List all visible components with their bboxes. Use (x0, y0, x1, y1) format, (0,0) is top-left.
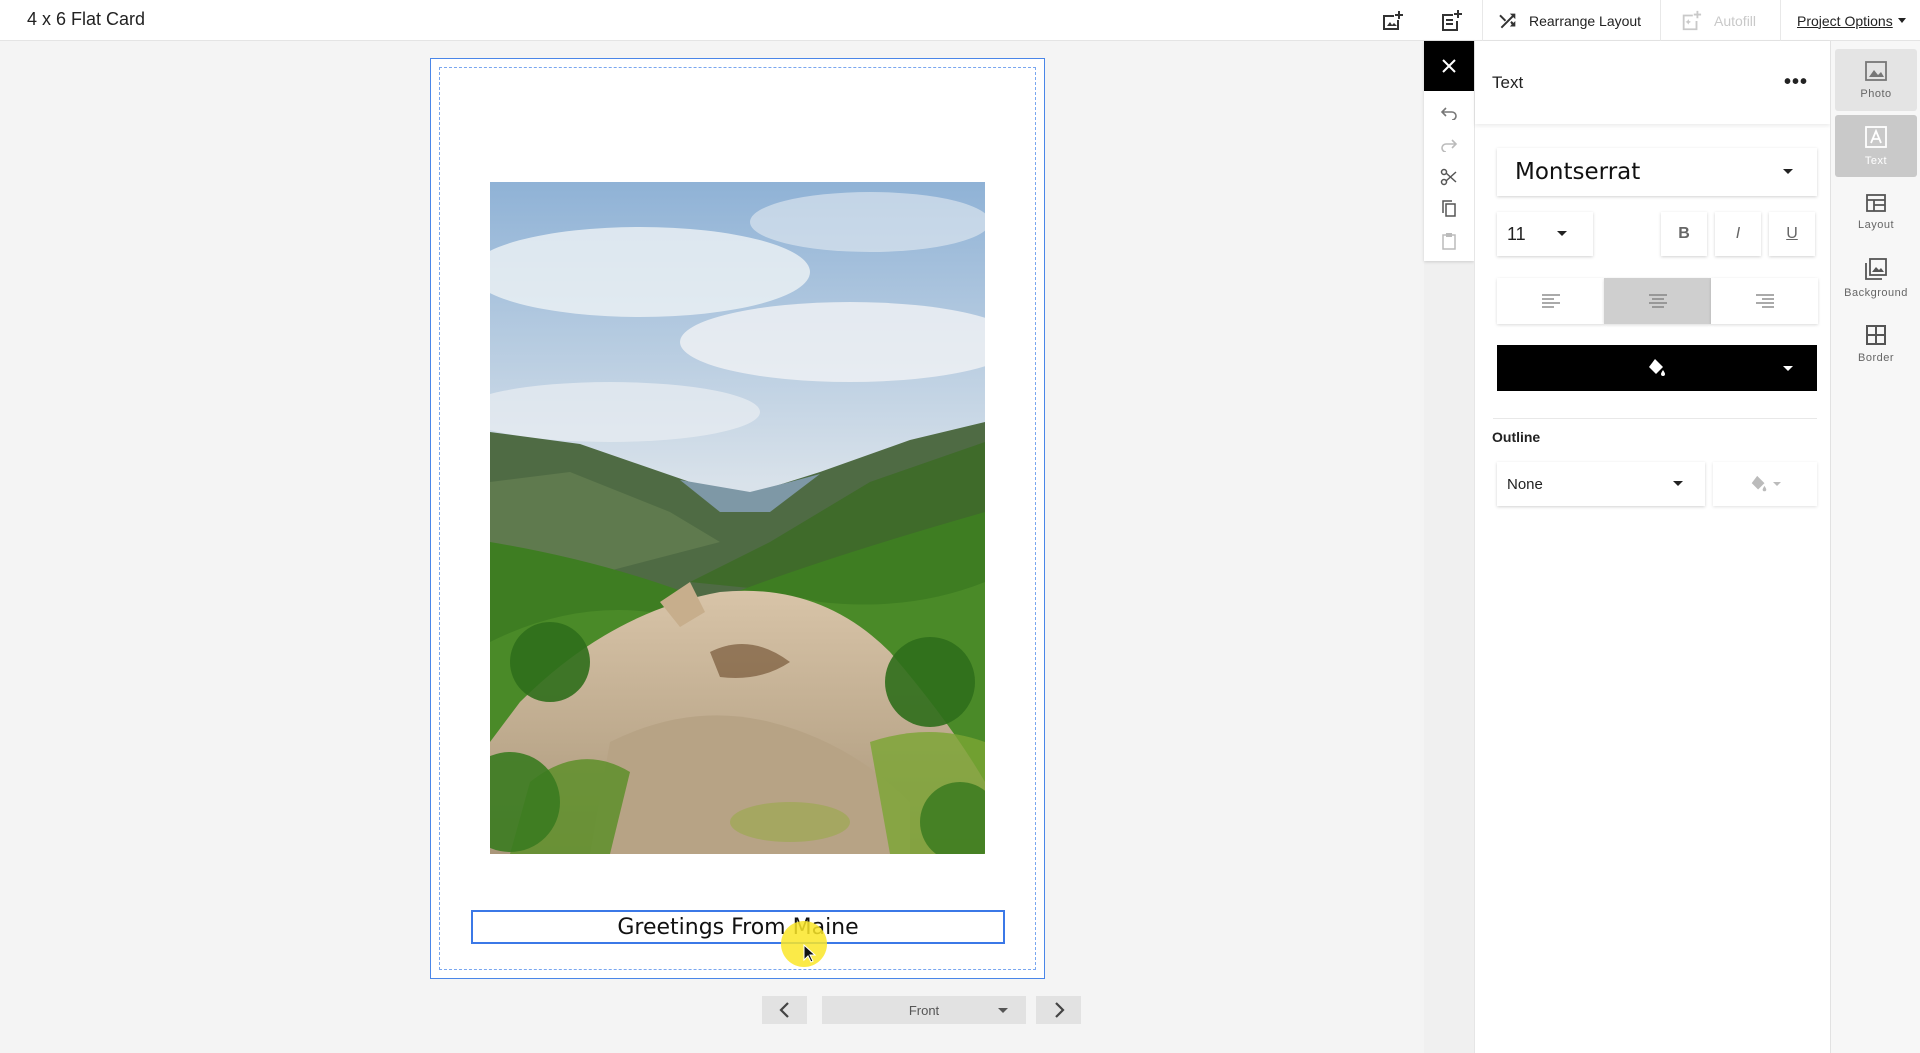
clipboard-icon (1442, 233, 1456, 250)
panel-title: Text (1492, 72, 1524, 92)
font-size-select[interactable]: 11 (1497, 212, 1593, 256)
border-icon (1866, 325, 1886, 345)
undo-icon (1440, 107, 1457, 120)
layout-icon (1866, 194, 1886, 212)
project-options-menu[interactable]: Project Options (1797, 0, 1906, 41)
align-left-button[interactable] (1497, 278, 1604, 324)
edit-toolbar (1424, 41, 1474, 261)
chevron-down-icon (1673, 481, 1683, 486)
copy-icon (1442, 200, 1456, 217)
rail-item-photo[interactable]: Photo (1835, 49, 1917, 111)
paste-button[interactable] (1424, 225, 1474, 257)
chevron-down-icon (1897, 18, 1906, 23)
cut-button[interactable] (1424, 161, 1474, 193)
tool-rail: Photo Text Layout Background Border (1830, 41, 1920, 1053)
chevron-left-icon (778, 1002, 789, 1018)
paint-bucket-icon (1751, 475, 1767, 492)
chevron-down-icon (1783, 169, 1793, 174)
scissors-icon (1440, 168, 1457, 186)
photo-icon (1865, 61, 1887, 81)
close-button[interactable] (1424, 41, 1474, 91)
page-selector-value: Front (908, 1002, 940, 1018)
outline-value: None (1507, 475, 1543, 493)
canvas-area: Greetings From Maine Front (0, 41, 1424, 1053)
chevron-down-icon (998, 1008, 1008, 1013)
text-properties-panel: Text ••• Montserrat 11 B I U Outline Non… (1474, 41, 1830, 1053)
font-family-value: Montserrat (1515, 159, 1641, 185)
redo-icon (1441, 139, 1458, 152)
outline-select[interactable]: None (1497, 462, 1705, 506)
previous-page-button[interactable] (762, 996, 807, 1024)
rail-item-background[interactable]: Background (1835, 247, 1917, 309)
chevron-down-icon (1557, 231, 1567, 236)
chevron-down-icon (1783, 366, 1793, 371)
panel-header: Text ••• (1475, 41, 1830, 124)
rail-item-label: Border (1857, 352, 1895, 364)
add-photo-icon[interactable] (1377, 6, 1407, 36)
mouse-pointer-icon (803, 944, 817, 963)
rearrange-layout-button[interactable]: Rearrange Layout (1497, 0, 1641, 41)
rail-item-text[interactable]: Text (1835, 115, 1917, 177)
autofill-label: Autofill (1714, 12, 1757, 29)
align-center-button[interactable] (1604, 278, 1711, 324)
underline-button[interactable]: U (1769, 212, 1815, 256)
copy-button[interactable] (1424, 193, 1474, 225)
background-icon (1865, 258, 1887, 280)
chevron-down-icon (1773, 482, 1781, 486)
align-right-button[interactable] (1711, 278, 1818, 324)
redo-button[interactable] (1424, 129, 1474, 161)
text-icon (1865, 126, 1887, 148)
next-page-button[interactable] (1036, 996, 1081, 1024)
bold-button[interactable]: B (1661, 212, 1707, 256)
italic-button[interactable]: I (1715, 212, 1761, 256)
section-divider (1493, 418, 1817, 419)
rail-item-border[interactable]: Border (1835, 313, 1917, 375)
rail-item-layout[interactable]: Layout (1835, 181, 1917, 243)
rearrange-layout-label: Rearrange Layout (1529, 12, 1642, 29)
align-right-icon (1755, 294, 1774, 308)
rail-item-label: Text (1864, 155, 1888, 167)
shuffle-icon (1499, 13, 1516, 28)
card-page: Greetings From Maine (430, 58, 1045, 979)
page-selector[interactable]: Front (822, 996, 1026, 1024)
align-left-icon (1541, 294, 1560, 308)
top-bar: 4 x 6 Flat Card Rearrange Layout Autofil… (0, 0, 1920, 41)
close-icon (1442, 59, 1456, 73)
chevron-right-icon (1054, 1002, 1065, 1018)
paint-bucket-icon (1649, 359, 1665, 376)
text-color-button[interactable] (1497, 345, 1817, 391)
project-title: 4 x 6 Flat Card (27, 9, 146, 29)
more-options-icon[interactable]: ••• (1784, 71, 1808, 94)
align-center-icon (1648, 294, 1667, 308)
add-page-icon[interactable] (1436, 6, 1466, 36)
autofill-icon (1682, 10, 1702, 30)
font-family-select[interactable]: Montserrat (1497, 148, 1817, 196)
card-text-box[interactable]: Greetings From Maine (471, 910, 1005, 944)
landscape-photo (490, 182, 985, 854)
autofill-button[interactable]: Autofill (1680, 0, 1756, 41)
rail-item-label: Background (1844, 287, 1908, 299)
project-options-label: Project Options (1797, 12, 1893, 29)
photo-slot[interactable] (490, 182, 985, 854)
undo-button[interactable] (1424, 97, 1474, 129)
font-size-value: 11 (1507, 223, 1526, 244)
outline-color-button[interactable] (1713, 462, 1817, 506)
rail-item-label: Photo (1860, 88, 1892, 100)
rail-item-label: Layout (1857, 219, 1895, 231)
outline-section-label: Outline (1492, 429, 1541, 445)
